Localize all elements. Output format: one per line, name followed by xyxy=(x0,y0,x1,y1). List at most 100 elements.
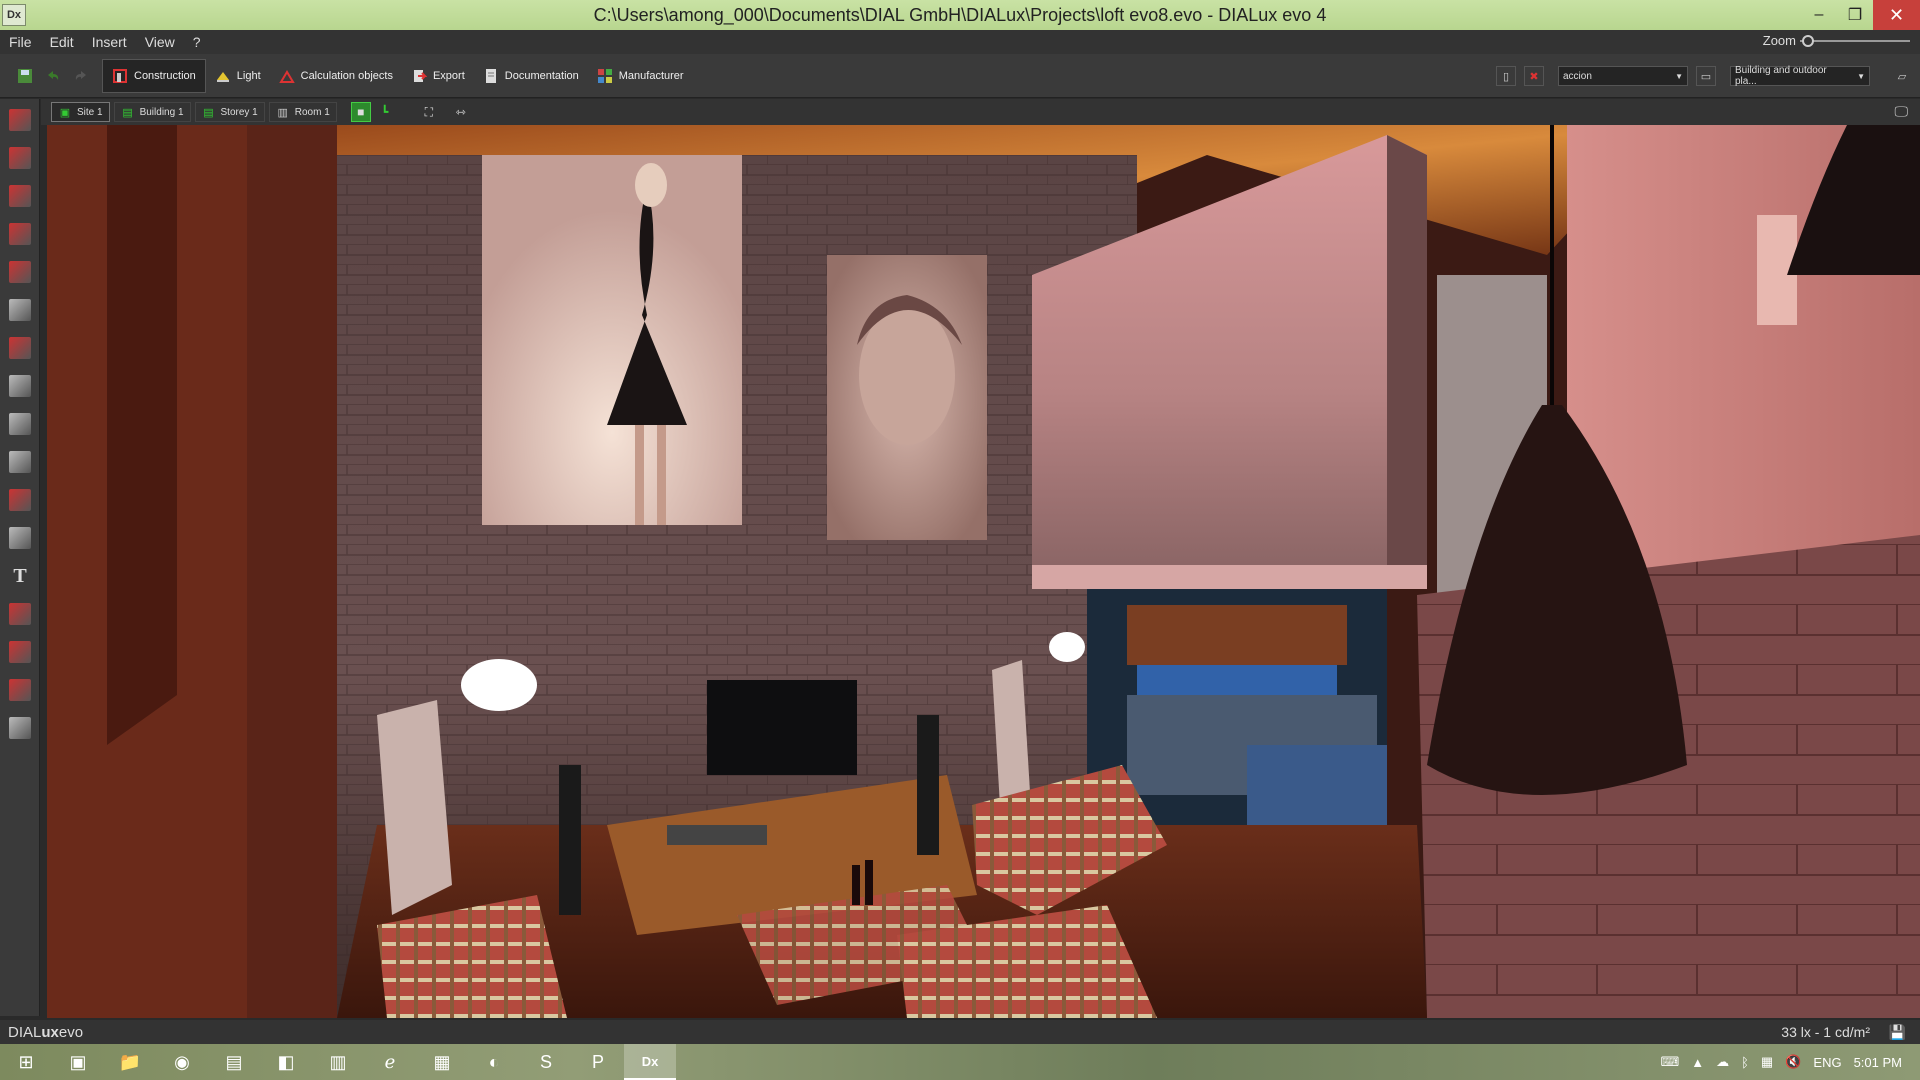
restore-button[interactable]: ❐ xyxy=(1837,0,1873,30)
file-explorer-icon[interactable]: 📁 xyxy=(104,1044,156,1080)
ruler-icon[interactable]: ▱ xyxy=(1892,66,1912,86)
dialux-app-icon[interactable]: Dx xyxy=(2,4,26,26)
cube-elements-icon[interactable] xyxy=(7,297,33,323)
polyline-glyph xyxy=(9,603,31,625)
zoom-slider-knob[interactable] xyxy=(1802,34,1815,47)
crumb-building[interactable]: ▤ Building 1 xyxy=(113,102,191,122)
crumb-room[interactable]: ▥ Room 1 xyxy=(268,102,337,122)
show-hidden-icons-icon[interactable]: ▲ xyxy=(1691,1055,1704,1070)
undo-icon[interactable] xyxy=(42,65,64,87)
rendered-scene xyxy=(47,125,1920,1018)
skype-icon[interactable]: S xyxy=(520,1044,572,1080)
zoom-label: Zoom xyxy=(1762,33,1796,48)
menu-edit[interactable]: Edit xyxy=(41,34,83,50)
internet-explorer-icon[interactable]: ℯ xyxy=(364,1044,416,1080)
crumb-site[interactable]: ▣ Site 1 xyxy=(51,102,110,122)
title-bar: Dx C:\Users\among_000\Documents\DIAL Gmb… xyxy=(0,0,1920,30)
menu-insert[interactable]: Insert xyxy=(83,34,136,50)
colors-icon[interactable] xyxy=(7,639,33,665)
chrome-icon[interactable]: ◉ xyxy=(156,1044,208,1080)
select-mode-icon[interactable]: ■ xyxy=(350,102,371,122)
crumb-storey[interactable]: ▤ Storey 1 xyxy=(194,102,265,122)
documentation-icon xyxy=(483,68,499,84)
dialux-taskbar-icon[interactable]: Dx xyxy=(624,1044,676,1080)
tab-export[interactable]: Export xyxy=(402,59,474,93)
menu-help[interactable]: ? xyxy=(184,34,210,50)
tab-manufacturer[interactable]: Manufacturer xyxy=(588,59,693,93)
draw-room-icon[interactable] xyxy=(7,183,33,209)
left-tool-rail: T xyxy=(0,99,40,1016)
tab-label: Light xyxy=(236,69,261,82)
keyboard-icon[interactable]: ⌨ xyxy=(1660,1054,1679,1070)
site-icon: ▣ xyxy=(59,106,71,119)
menu-file[interactable]: File xyxy=(0,34,41,50)
roof-icon[interactable] xyxy=(7,335,33,361)
scene-settings-icon[interactable]: ▭ xyxy=(1696,66,1716,86)
save-icon[interactable]: 💾 xyxy=(1889,1024,1906,1041)
powerpoint-icon[interactable]: P xyxy=(572,1044,624,1080)
view-mode-select[interactable]: Building and outdoor pla... ▼ xyxy=(1730,65,1870,87)
windows-start-icon[interactable]: ⊞ xyxy=(0,1044,52,1080)
box-icon[interactable] xyxy=(7,373,33,399)
photos-icon[interactable]: ▤ xyxy=(208,1044,260,1080)
section-icon[interactable] xyxy=(7,677,33,703)
app-icon[interactable]: ◧ xyxy=(260,1044,312,1080)
material-icon[interactable] xyxy=(7,487,33,513)
clock[interactable]: 5:01 PM xyxy=(1854,1055,1902,1070)
save-icon[interactable] xyxy=(14,65,36,87)
draw-wall-icon[interactable] xyxy=(7,107,33,133)
crumb-label: Room 1 xyxy=(294,106,330,118)
draw-storey-icon[interactable] xyxy=(7,221,33,247)
colors-glyph xyxy=(9,641,31,663)
chevron-down-icon: ▼ xyxy=(1675,71,1683,81)
onedrive-icon[interactable]: ☁ xyxy=(1716,1054,1729,1070)
tab-calculation-objects[interactable]: Calculation objects xyxy=(270,59,402,93)
notepad-icon[interactable]: ▥ xyxy=(312,1044,364,1080)
section-glyph xyxy=(9,679,31,701)
crumb-label: Storey 1 xyxy=(220,106,258,118)
dimension-icon[interactable] xyxy=(7,525,33,551)
redo-icon[interactable] xyxy=(70,65,92,87)
monitor-icon[interactable]: 🖵 xyxy=(1895,103,1909,120)
draw-site-icon[interactable] xyxy=(7,259,33,285)
window-title: C:\Users\among_000\Documents\DIAL GmbH\D… xyxy=(593,4,1327,25)
draw-storey-glyph xyxy=(9,223,31,245)
delete-scene-icon[interactable]: ✖ xyxy=(1524,66,1544,86)
draw-room-glyph xyxy=(9,185,31,207)
explorer-window-icon[interactable]: ▣ xyxy=(52,1044,104,1080)
brand-suffix: evo xyxy=(58,1023,84,1041)
settings-app-icon[interactable]: ◐ xyxy=(468,1044,520,1080)
measure-icon[interactable]: ⇿ xyxy=(451,102,471,122)
flag-app-icon[interactable]: ▦ xyxy=(416,1044,468,1080)
text-tool-icon[interactable]: T xyxy=(7,563,33,589)
l-shape-icon[interactable]: ┗ xyxy=(375,102,395,122)
draw-wall-glyph xyxy=(9,109,31,131)
main-toolbar: Construction Light Calculation objects E… xyxy=(0,54,1920,98)
light-scene-select[interactable]: accion ▼ xyxy=(1558,66,1688,86)
tab-construction[interactable]: Construction xyxy=(102,58,206,93)
volume-icon[interactable]: 🔇 xyxy=(1785,1054,1801,1070)
close-button[interactable]: ✕ xyxy=(1873,0,1920,30)
staircase-icon[interactable] xyxy=(7,449,33,475)
menu-view[interactable]: View xyxy=(136,34,184,50)
menu-bar: File Edit Insert View ? Zoom xyxy=(0,30,1920,54)
tab-light[interactable]: Light xyxy=(206,59,270,93)
crumb-label: Site 1 xyxy=(77,106,103,118)
manufacturer-icon xyxy=(597,68,613,84)
fit-view-icon[interactable]: ⛶ xyxy=(419,102,439,122)
language-indicator[interactable]: ENG xyxy=(1813,1055,1841,1070)
minimize-button[interactable]: – xyxy=(1801,0,1837,30)
bluetooth-icon[interactable]: ᛒ xyxy=(1741,1055,1749,1070)
grid-tool-icon[interactable] xyxy=(7,715,33,741)
network-icon[interactable]: ▦ xyxy=(1761,1054,1773,1070)
brand-prefix: DIAL xyxy=(8,1023,42,1041)
zoom-slider[interactable] xyxy=(1800,34,1910,47)
document-icon[interactable]: ▯ xyxy=(1496,66,1516,86)
polyline-icon[interactable] xyxy=(7,601,33,627)
grid-tool-glyph xyxy=(9,717,31,739)
draw-door-icon[interactable] xyxy=(7,145,33,171)
3d-viewport[interactable] xyxy=(47,125,1920,1018)
extrude-icon[interactable] xyxy=(7,411,33,437)
roof-glyph xyxy=(9,337,31,359)
tab-documentation[interactable]: Documentation xyxy=(474,59,588,93)
